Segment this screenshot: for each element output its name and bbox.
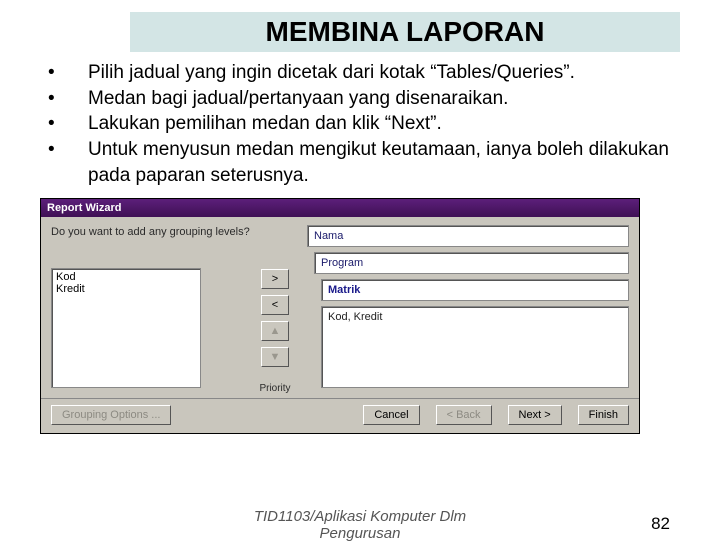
bullet-item: • Lakukan pemilihan medan dan klik “Next… bbox=[40, 111, 680, 137]
report-wizard-window: Report Wizard Do you want to add any gro… bbox=[40, 198, 640, 434]
finish-button[interactable]: Finish bbox=[578, 405, 629, 425]
available-fields-list[interactable]: Kod Kredit bbox=[51, 268, 201, 388]
group-level-1[interactable]: Nama bbox=[307, 225, 629, 247]
footer-line-2: Pengurusan bbox=[320, 525, 401, 542]
next-button[interactable]: Next > bbox=[508, 405, 562, 425]
priority-label: Priority bbox=[259, 383, 290, 394]
grouping-options-button[interactable]: Grouping Options ... bbox=[51, 405, 171, 425]
remove-button[interactable]: < bbox=[261, 295, 289, 315]
wizard-right-pane: Nama Program Matrik Kod, Kredit bbox=[299, 225, 629, 394]
window-titlebar: Report Wizard bbox=[41, 199, 639, 217]
list-item[interactable]: Kod bbox=[54, 271, 198, 283]
wizard-prompt: Do you want to add any grouping levels? bbox=[51, 225, 251, 239]
bullet-list: • Pilih jadual yang ingin dicetak dari k… bbox=[40, 60, 680, 188]
back-button[interactable]: < Back bbox=[436, 405, 492, 425]
add-button[interactable]: > bbox=[261, 269, 289, 289]
wizard-left-pane: Do you want to add any grouping levels? … bbox=[51, 225, 251, 394]
chevron-up-icon: ▲ bbox=[270, 325, 281, 337]
priority-down-button[interactable]: ▼ bbox=[261, 347, 289, 367]
bullet-dot: • bbox=[40, 137, 88, 188]
footer-line-1: TID1103/Aplikasi Komputer Dlm bbox=[254, 508, 466, 525]
list-item[interactable]: Kredit bbox=[54, 283, 198, 295]
bullet-dot: • bbox=[40, 86, 88, 112]
bullet-text: Untuk menyusun medan mengikut keutamaan,… bbox=[88, 137, 680, 188]
slide-title: MEMBINA LAPORAN bbox=[130, 12, 680, 52]
group-level-3[interactable]: Matrik bbox=[321, 279, 629, 301]
bullet-text: Lakukan pemilihan medan dan klik “Next”. bbox=[88, 111, 680, 137]
page-number: 82 bbox=[651, 514, 670, 534]
bullet-dot: • bbox=[40, 111, 88, 137]
slide-footer: TID1103/Aplikasi Komputer Dlm Pengurusan bbox=[0, 509, 720, 542]
bullet-text: Medan bagi jadual/pertanyaan yang disena… bbox=[88, 86, 680, 112]
wizard-footer: Grouping Options ... Cancel < Back Next … bbox=[41, 398, 639, 433]
bullet-dot: • bbox=[40, 60, 88, 86]
priority-up-button[interactable]: ▲ bbox=[261, 321, 289, 341]
bullet-item: • Medan bagi jadual/pertanyaan yang dise… bbox=[40, 86, 680, 112]
wizard-body: Do you want to add any grouping levels? … bbox=[41, 217, 639, 398]
cancel-button[interactable]: Cancel bbox=[363, 405, 419, 425]
detail-fields-box: Kod, Kredit bbox=[321, 306, 629, 388]
bullet-item: • Untuk menyusun medan mengikut keutamaa… bbox=[40, 137, 680, 188]
bullet-text: Pilih jadual yang ingin dicetak dari kot… bbox=[88, 60, 680, 86]
bullet-item: • Pilih jadual yang ingin dicetak dari k… bbox=[40, 60, 680, 86]
chevron-down-icon: ▼ bbox=[270, 351, 281, 363]
group-level-2[interactable]: Program bbox=[314, 252, 629, 274]
wizard-middle-buttons: > < ▲ ▼ Priority bbox=[251, 269, 299, 394]
